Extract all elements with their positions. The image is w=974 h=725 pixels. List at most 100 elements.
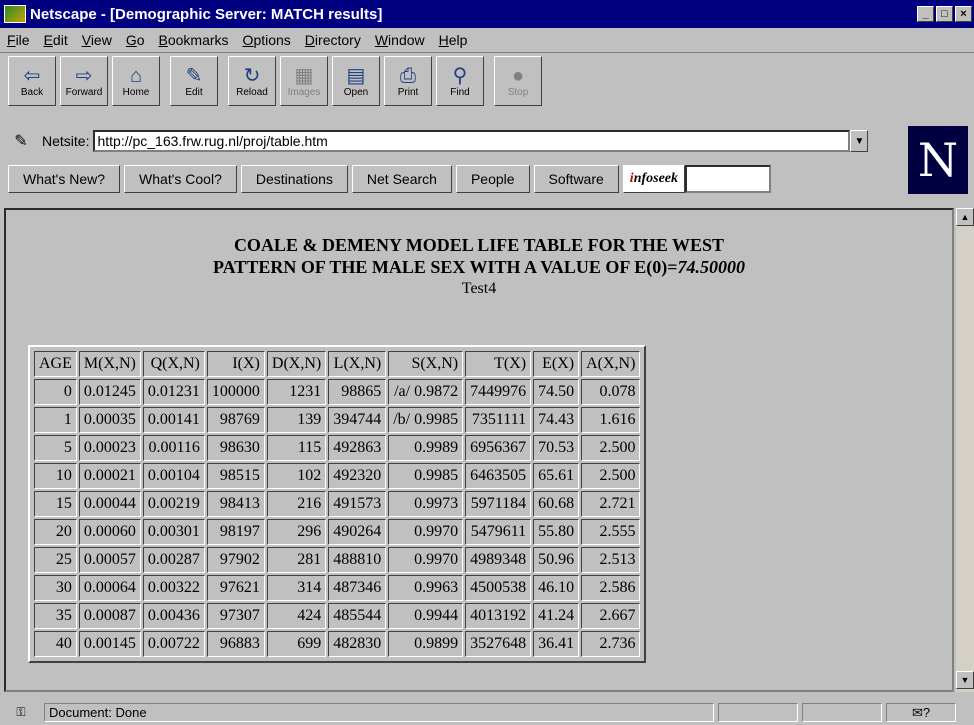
home-icon: ⌂ [129,64,143,87]
table-cell: 0.9944 [388,603,464,629]
software-button[interactable]: Software [533,165,619,193]
table-cell: 2.500 [581,463,641,489]
menu-bar: File Edit View Go Bookmarks Options Dire… [0,28,974,53]
open-button[interactable]: ▤ Open [332,56,380,106]
menu-file[interactable]: File [0,32,37,48]
forward-button[interactable]: ⇨ Forward [60,56,108,106]
infoseek-label: nfoseek [633,171,679,186]
whats-cool-button[interactable]: What's Cool? [124,165,237,193]
maximize-button[interactable]: □ [936,6,953,22]
table-cell: 65.61 [533,463,580,489]
whats-new-button[interactable]: What's New? [8,165,121,193]
edit-button[interactable]: ✎ Edit [170,56,218,106]
table-cell: 0.9970 [388,547,464,573]
location-bar: ✎ Netsite: http://pc_163.frw.rug.nl/proj… [0,126,974,156]
infoseek-logo[interactable]: i nfoseek [622,165,686,193]
scroll-up-arrow-icon[interactable]: ▲ [956,208,974,226]
table-cell: 6463505 [465,463,532,489]
close-button[interactable]: × [955,6,972,22]
net-search-button[interactable]: Net Search [351,165,452,193]
menu-bookmarks[interactable]: Bookmarks [152,32,236,48]
mail-icon[interactable]: ✉? [886,703,956,722]
table-cell: 3527648 [465,631,532,657]
print-button[interactable]: ⎙ Print [384,56,432,106]
life-table: AGE M(X,N) Q(X,N) I(X) D(X,N) L(X,N) S(X… [28,345,647,663]
table-cell: 100000 [206,379,265,405]
menu-view[interactable]: View [75,32,119,48]
table-cell: 424 [266,603,327,629]
table-row: 0 0.01245 0.01231 100000 1231 98865/a/ 0.9872… [34,379,641,405]
col-header: I(X) [206,351,265,377]
table-cell: 0.00722 [142,631,205,657]
infoseek-search-input[interactable] [685,165,772,193]
table-cell: 2.586 [581,575,641,601]
table-header-row: AGE M(X,N) Q(X,N) I(X) D(X,N) L(X,N) S(X… [34,351,641,377]
url-input[interactable]: http://pc_163.frw.rug.nl/proj/table.htm [93,130,851,152]
table-cell: 74.50 [533,379,580,405]
col-header: Q(X,N) [142,351,205,377]
destinations-button[interactable]: Destinations [240,165,348,193]
people-button[interactable]: People [455,165,530,193]
chevron-down-icon[interactable]: ▼ [850,130,869,152]
table-cell: 5971184 [465,491,532,517]
table-row: 35 0.00087 0.00436 97307 424 485544 0.9944 4013… [34,603,641,629]
menu-options[interactable]: Options [236,32,298,48]
table-cell: 0.00116 [142,435,205,461]
back-button[interactable]: ⇦ Back [8,56,56,106]
home-button[interactable]: ⌂ Home [112,56,160,106]
netscape-logo: N [908,126,968,194]
table-cell: 488810 [328,547,387,573]
scroll-down-arrow-icon[interactable]: ▼ [956,671,974,689]
stop-button[interactable]: ● Stop [494,56,542,106]
status-text: Document: Done [44,703,714,722]
table-cell: 0.00145 [78,631,141,657]
table-cell: 7449976 [465,379,532,405]
table-cell: 20 [34,519,77,545]
menu-edit[interactable]: Edit [37,32,75,48]
table-cell: 0.00035 [78,407,141,433]
images-button[interactable]: ▦ Images [280,56,328,106]
table-cell: 0.00436 [142,603,205,629]
table-cell: 0.00141 [142,407,205,433]
table-cell: 139 [266,407,327,433]
table-cell: 296 [266,519,327,545]
table-row: 40 0.00145 0.00722 96883 699 482830 0.9899 3527… [34,631,641,657]
col-header: D(X,N) [266,351,327,377]
table-cell: 98197 [206,519,265,545]
menu-window[interactable]: Window [368,32,432,48]
table-cell: 487346 [328,575,387,601]
vertical-scrollbar[interactable]: ▲ ▼ [956,208,974,692]
table-cell: 0.9963 [388,575,464,601]
col-header: T(X) [465,351,532,377]
table-cell: 6956367 [465,435,532,461]
reload-button[interactable]: ↻ Reload [228,56,276,106]
page-content: COALE & DEMENY MODEL LIFE TABLE FOR THE … [4,208,954,692]
table-cell: 5 [34,435,77,461]
security-key-icon[interactable]: ⚿ [6,703,36,722]
menu-go[interactable]: Go [119,32,152,48]
table-cell: 0.00021 [78,463,141,489]
col-header: M(X,N) [78,351,141,377]
col-header: AGE [34,351,77,377]
table-cell: 4989348 [465,547,532,573]
table-cell: 15 [34,491,77,517]
page-title: COALE & DEMENY MODEL LIFE TABLE FOR THE … [212,235,745,277]
table-cell: 41.24 [533,603,580,629]
table-cell: 115 [266,435,327,461]
forward-icon: ⇨ [75,64,93,87]
table-cell: 102 [266,463,327,489]
find-button[interactable]: ⚲ Find [436,56,484,106]
scroll-track[interactable] [956,226,974,671]
table-cell: 0.00023 [78,435,141,461]
menu-directory[interactable]: Directory [298,32,368,48]
status-pane [718,703,798,722]
col-header: S(X,N) [388,351,464,377]
table-cell: 0.00060 [78,519,141,545]
table-cell: 482830 [328,631,387,657]
menu-help[interactable]: Help [432,32,475,48]
minimize-button[interactable]: _ [917,6,934,22]
bookmark-quicklink-icon[interactable]: ✎ [10,130,32,152]
page-subtitle: Test4 [461,280,497,297]
table-cell: 50.96 [533,547,580,573]
netscape-app-icon[interactable] [4,5,26,23]
